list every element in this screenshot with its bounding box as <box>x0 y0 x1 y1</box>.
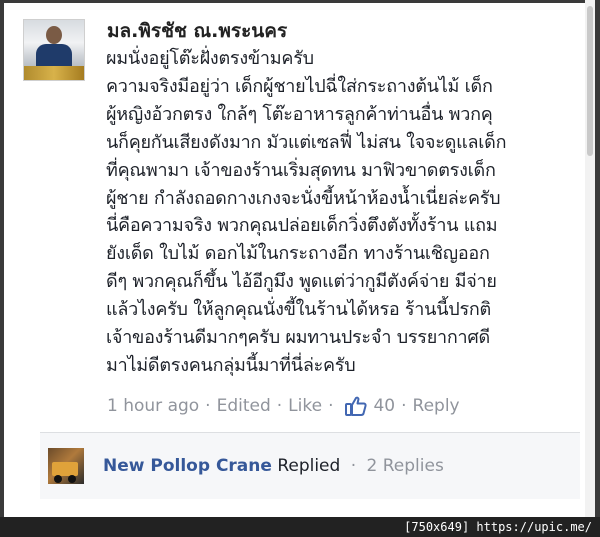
separator-dot: · <box>276 396 283 416</box>
replies-summary-row[interactable]: New Pollop Crane Replied · 2 Replies <box>40 433 580 499</box>
like-button[interactable]: Like <box>288 394 322 418</box>
commenter-avatar[interactable] <box>23 19 85 81</box>
watermark-text: [750x649] https://upic.me/ <box>404 520 592 534</box>
replies-count-link[interactable]: 2 Replies <box>367 456 444 476</box>
comment-line: ที่คุณพามา เจ้าของร้านเริ่มสุดทน มาฟิวขา… <box>106 159 496 181</box>
separator-dot: · <box>350 456 357 476</box>
comment-line: นก็คุยกันเสียงดังมาก มัวแต่เซลฟี่ ไม่สน … <box>106 131 507 153</box>
replies-summary[interactable]: New Pollop Crane Replied · 2 Replies <box>103 454 444 478</box>
scrollbar[interactable] <box>585 0 595 517</box>
frame-border-left <box>0 0 4 537</box>
comment-line: ดีๆ พวกคุณก็ขึ้น ไอ้อีกูมึง พูดแต่ว่ากูม… <box>106 271 497 293</box>
like-count[interactable]: 40 <box>373 394 395 418</box>
comment-line: มาไม่ดีตรงคนกลุ่มนี้มาที่นี่ล่ะครับ <box>106 354 356 376</box>
separator-dot: · <box>401 396 407 416</box>
scrollbar-thumb[interactable] <box>587 6 593 156</box>
comment-line: เจ้าของร้านดีมากๆครับ ผมทานประจำ บรรยากา… <box>106 327 490 349</box>
comment-meta-bar: 1 hour ago · Edited · Like · 40 · Reply <box>107 394 460 418</box>
separator-dot: · <box>205 396 211 416</box>
comment-line: ยังเด็ด ใบไม้ ดอกไม้ในกระถางอีก ทางร้านเ… <box>106 243 490 265</box>
commenter-name[interactable]: มล.พิรชัช ณ.พระนคร <box>107 19 287 43</box>
replier-name[interactable]: New Pollop Crane <box>103 456 272 476</box>
comment-body: ผมนั่งอยู่โต๊ะฝั่งตรงข้ามครับ ความจริงมี… <box>106 45 586 380</box>
thumbs-up-icon[interactable] <box>345 396 368 416</box>
frame-border-right <box>595 0 600 537</box>
separator-dot: · <box>328 396 334 416</box>
comment-line: ผู้หญิงอ้วกตรง ใกล้ๆ โต๊ะอาหารลูกค้าท่าน… <box>106 103 493 125</box>
comment-line: ความจริงมีอยู่ว่า เด็กผู้ชายไปฉี่ใส่กระถ… <box>106 75 493 97</box>
screenshot-frame: มล.พิรชัช ณ.พระนคร ผมนั่งอยู่โต๊ะฝั่งตรง… <box>0 0 600 537</box>
frame-border-top <box>0 0 600 3</box>
comment-line: ผมนั่งอยู่โต๊ะฝั่งตรงข้ามครับ <box>106 48 314 69</box>
replier-avatar[interactable] <box>48 448 84 484</box>
replied-label: Replied <box>277 456 341 476</box>
comment-line: แล้วไงครับ ให้ลูกคุณนั่งขี้ในร้านได้หรอ … <box>106 299 491 321</box>
watermark-bar: [750x649] https://upic.me/ <box>0 517 600 537</box>
edited-link[interactable]: Edited <box>217 394 271 418</box>
comment-line: นี่คือความจริง พวกคุณปล่อยเด็กวิ่งตึงตัง… <box>106 215 498 237</box>
reply-button[interactable]: Reply <box>413 394 460 418</box>
comment-line: ผู้ชาย กำลังถอดกางเกงจะนั่งขี้หน้าห้องน้… <box>106 187 501 209</box>
comment-timestamp[interactable]: 1 hour ago <box>107 394 199 418</box>
